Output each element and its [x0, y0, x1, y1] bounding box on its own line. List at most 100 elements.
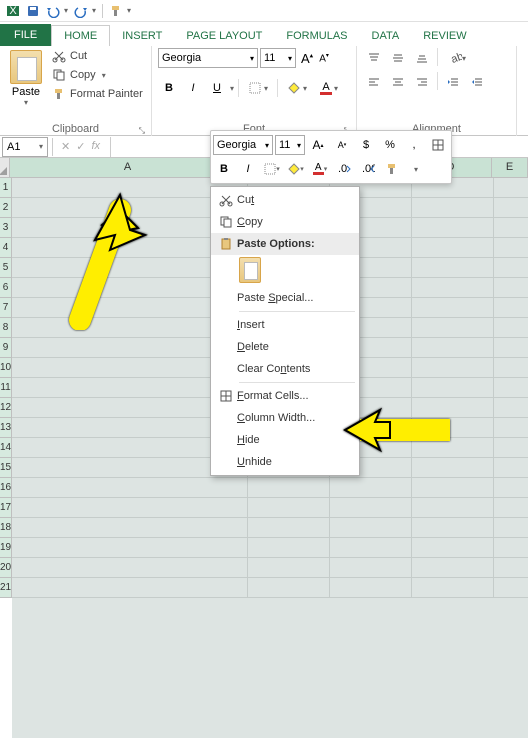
- shrink-font-button[interactable]: A▾: [316, 50, 332, 66]
- ctx-hide[interactable]: Hide: [211, 429, 359, 451]
- mini-percent-button[interactable]: %: [379, 134, 401, 156]
- redo-icon[interactable]: [72, 2, 90, 20]
- tab-data[interactable]: DATA: [360, 26, 412, 46]
- mini-shrink-font-button[interactable]: A▾: [331, 134, 353, 156]
- mini-currency-button[interactable]: $: [355, 134, 377, 156]
- mini-menu-button[interactable]: ▾: [405, 158, 427, 180]
- mini-font-color-button[interactable]: A▾: [309, 158, 331, 180]
- mini-comma-button[interactable]: ,: [403, 134, 425, 156]
- underline-button[interactable]: U: [206, 78, 228, 98]
- column-header-E[interactable]: E: [492, 158, 528, 178]
- mini-increase-decimal-button[interactable]: .0: [333, 158, 355, 180]
- mini-borders-button[interactable]: ▾: [261, 158, 283, 180]
- name-box[interactable]: A1▾: [2, 137, 48, 157]
- row-header-4[interactable]: 4: [0, 238, 12, 258]
- tab-review[interactable]: REVIEW: [411, 26, 478, 46]
- clipboard-icon: [215, 235, 237, 253]
- bold-button[interactable]: B: [158, 78, 180, 98]
- insert-function-icon[interactable]: fx: [91, 140, 100, 153]
- save-icon[interactable]: [24, 2, 42, 20]
- align-right-button[interactable]: [411, 72, 433, 92]
- mini-italic-button[interactable]: I: [237, 158, 259, 180]
- mini-grow-font-button[interactable]: A▴: [307, 134, 329, 156]
- mini-font-size-select[interactable]: 11▾: [275, 135, 305, 155]
- mini-decrease-decimal-button[interactable]: .00: [357, 158, 379, 180]
- row-header-11[interactable]: 11: [0, 378, 12, 398]
- format-cells-icon: [215, 387, 237, 405]
- row-header-12[interactable]: 12: [0, 398, 12, 418]
- mini-format-cells-button[interactable]: [427, 134, 449, 156]
- increase-indent-button[interactable]: [466, 72, 488, 92]
- align-left-button[interactable]: [363, 72, 385, 92]
- row-header-7[interactable]: 7: [0, 298, 12, 318]
- mini-font-name-select[interactable]: Georgia▾: [213, 135, 273, 155]
- svg-text:.0: .0: [338, 163, 347, 175]
- row-header-15[interactable]: 15: [0, 458, 12, 478]
- clipboard-launcher-icon[interactable]: ⤡: [139, 126, 145, 136]
- ctx-format-cells[interactable]: Format Cells...: [211, 385, 359, 407]
- mini-fill-color-button[interactable]: ▾: [285, 158, 307, 180]
- grow-font-button[interactable]: A▴: [298, 49, 316, 68]
- font-size-select[interactable]: 11▾: [260, 48, 296, 68]
- row-header-3[interactable]: 3: [0, 218, 12, 238]
- ctx-paste-option-default[interactable]: [211, 257, 359, 283]
- tab-file[interactable]: FILE: [0, 24, 51, 46]
- decrease-indent-button[interactable]: [442, 72, 464, 92]
- format-painter-button[interactable]: Format Painter: [50, 86, 145, 102]
- fill-color-button[interactable]: ▾: [282, 78, 312, 98]
- excel-icon: X: [4, 2, 22, 20]
- ctx-format-cells-label: Format Cells...: [237, 390, 351, 402]
- row-header-9[interactable]: 9: [0, 338, 12, 358]
- ctx-copy[interactable]: Copy: [211, 211, 359, 233]
- cancel-formula-icon[interactable]: ✕: [61, 140, 70, 153]
- mini-format-painter-button[interactable]: [381, 158, 403, 180]
- row-header-6[interactable]: 6: [0, 278, 12, 298]
- tab-insert[interactable]: INSERT: [110, 26, 174, 46]
- font-name-select[interactable]: Georgia▾: [158, 48, 258, 68]
- ctx-delete[interactable]: Delete: [211, 336, 359, 358]
- select-all-triangle[interactable]: [0, 158, 10, 178]
- undo-dropdown-icon[interactable]: ▾: [64, 6, 70, 15]
- row-header-1[interactable]: 1: [0, 178, 12, 198]
- tab-page-layout[interactable]: PAGE LAYOUT: [174, 26, 274, 46]
- undo-icon[interactable]: [44, 2, 62, 20]
- format-painter-qat-icon[interactable]: [107, 2, 125, 20]
- row-header-8[interactable]: 8: [0, 318, 12, 338]
- ctx-insert[interactable]: Insert: [211, 314, 359, 336]
- row-header-21[interactable]: 21: [0, 578, 12, 598]
- ctx-unhide[interactable]: Unhide: [211, 451, 359, 473]
- align-top-button[interactable]: [363, 48, 385, 68]
- qat-customize-icon[interactable]: ▾: [127, 6, 133, 15]
- ctx-paste-special[interactable]: Paste Special...: [211, 287, 359, 309]
- orientation-button[interactable]: ab▾: [442, 48, 472, 68]
- tab-home[interactable]: HOME: [51, 25, 110, 46]
- row-header-2[interactable]: 2: [0, 198, 12, 218]
- borders-button[interactable]: ▾: [243, 78, 273, 98]
- font-color-button[interactable]: A▾: [314, 78, 344, 98]
- tab-formulas[interactable]: FORMULAS: [274, 26, 359, 46]
- paste-button[interactable]: Paste ▾: [6, 48, 46, 107]
- row-header-10[interactable]: 10: [0, 358, 12, 378]
- row-header-5[interactable]: 5: [0, 258, 12, 278]
- paste-icon: [239, 257, 261, 283]
- cut-button[interactable]: Cut: [50, 48, 145, 64]
- ctx-clear-contents[interactable]: Clear Contents: [211, 358, 359, 380]
- align-bottom-button[interactable]: [411, 48, 433, 68]
- row-header-18[interactable]: 18: [0, 518, 12, 538]
- redo-dropdown-icon[interactable]: ▾: [92, 6, 98, 15]
- clipboard-group-label: Clipboard: [52, 123, 99, 135]
- mini-bold-button[interactable]: B: [213, 158, 235, 180]
- align-middle-button[interactable]: [387, 48, 409, 68]
- italic-button[interactable]: I: [182, 78, 204, 98]
- ctx-column-width[interactable]: Column Width...: [211, 407, 359, 429]
- align-center-button[interactable]: [387, 72, 409, 92]
- row-header-16[interactable]: 16: [0, 478, 12, 498]
- row-header-20[interactable]: 20: [0, 558, 12, 578]
- row-header-19[interactable]: 19: [0, 538, 12, 558]
- enter-formula-icon[interactable]: ✓: [76, 140, 85, 153]
- row-header-14[interactable]: 14: [0, 438, 12, 458]
- row-header-13[interactable]: 13: [0, 418, 12, 438]
- copy-button[interactable]: Copy ▾: [50, 67, 145, 83]
- row-header-17[interactable]: 17: [0, 498, 12, 518]
- ctx-cut[interactable]: Cut: [211, 189, 359, 211]
